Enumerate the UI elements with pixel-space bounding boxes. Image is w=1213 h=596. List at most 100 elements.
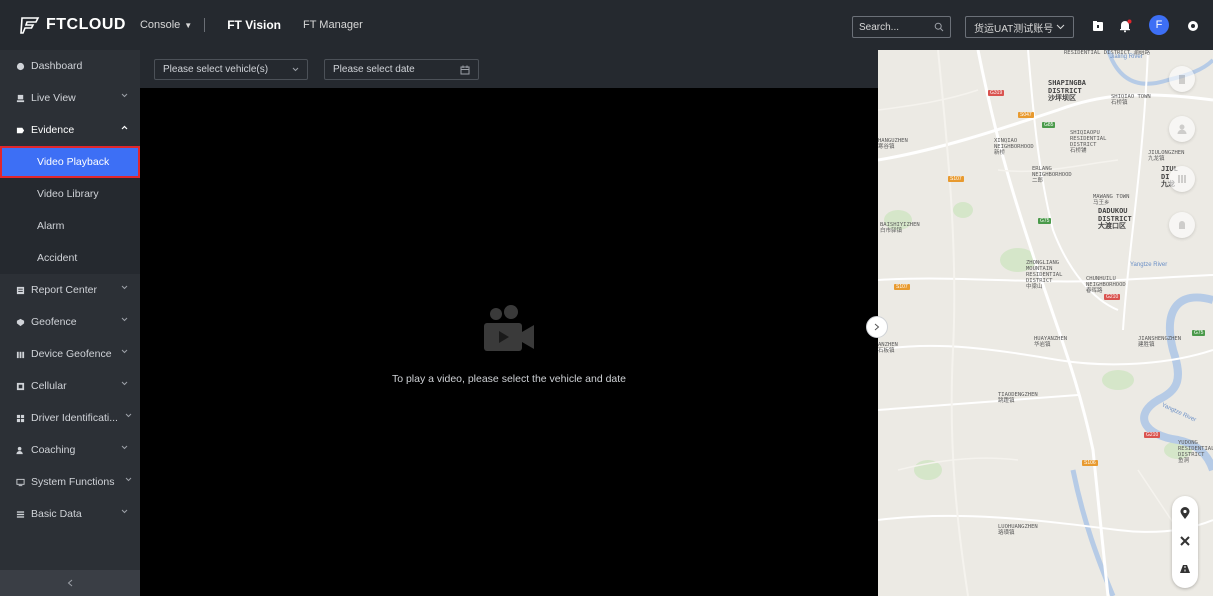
location-pin-icon[interactable]: [1172, 500, 1198, 526]
calendar-icon: [460, 65, 470, 74]
basic-data-icon: [16, 510, 25, 518]
map-label: CHUNHUILU NEIGHBORHOOD 春晖路: [1086, 276, 1126, 295]
map-label: SHAPINGBA DISTRICT 沙坪坝区: [1048, 79, 1086, 103]
map-poi-button[interactable]: [1169, 212, 1195, 238]
map-label: SHIQIAO TOWN 石桥镇: [1111, 94, 1151, 107]
map-user-button[interactable]: [1169, 116, 1195, 142]
dashboard-icon: [16, 62, 25, 70]
console-dropdown[interactable]: Console ▼: [140, 19, 192, 31]
sidebar-item-label: Coaching: [31, 444, 76, 456]
ruler-icon[interactable]: [1172, 528, 1198, 554]
account-select[interactable]: 货运UAT测试账号: [965, 16, 1074, 38]
poi-icon: [1179, 221, 1185, 229]
map-label: JIULONGZHEN 九龙镇: [1148, 150, 1185, 163]
download-icon[interactable]: [1088, 16, 1108, 36]
sidebar-item-label: Cellular: [31, 380, 67, 392]
map-label: BAISHIYIZHEN 白市驿镇: [880, 222, 920, 235]
sidebar-item-label: Basic Data: [31, 508, 82, 520]
road-badge: S047: [1018, 112, 1034, 118]
map-layer-button[interactable]: [1169, 66, 1195, 92]
sidebar-subitem-alarm[interactable]: Alarm: [0, 210, 140, 242]
map-grid-button[interactable]: [1169, 166, 1195, 192]
sidebar-item-dashboard[interactable]: Dashboard: [0, 50, 140, 82]
sidebar-item-report-center[interactable]: Report Center: [0, 274, 140, 306]
map-panel-toggle[interactable]: [866, 316, 888, 338]
console-label: Console: [139, 19, 181, 31]
vehicle-select[interactable]: Please select vehicle(s): [154, 59, 308, 80]
road-badge: G210: [1144, 432, 1161, 438]
coaching-icon: [16, 446, 23, 454]
map-label: YUDONG RESIDENTIAL DISTRICT 鱼洞: [1178, 440, 1213, 465]
map-label: XINQIAO NEIGHBORHOOD 新桥: [994, 138, 1034, 157]
sidebar-item-driver-identification[interactable]: Driver Identificati...: [0, 402, 140, 434]
caret-down-icon: ▼: [184, 20, 193, 30]
chevron-up-icon: [121, 125, 128, 130]
date-picker[interactable]: Please select date: [324, 59, 479, 80]
nav-ft-vision[interactable]: FT Vision: [227, 18, 281, 32]
date-picker-placeholder: Please select date: [333, 64, 415, 75]
user-icon: [1177, 124, 1187, 134]
map-label: ZHONGLIANG MOUNTAIN RESIDENTIAL DISTRICT…: [1026, 260, 1063, 291]
brand-logo[interactable]: FTCLOUD: [20, 16, 126, 34]
sidebar-item-live-view[interactable]: Live View: [0, 82, 140, 114]
map-label: TIAODENGZHEN 跳蹬镇: [998, 392, 1038, 405]
sidebar-item-basic-data[interactable]: Basic Data: [0, 498, 140, 530]
chevron-down-icon: [121, 509, 128, 514]
chevron-down-icon: [121, 381, 128, 386]
traffic-icon[interactable]: [1172, 556, 1198, 582]
sidebar-item-geofence[interactable]: Geofence: [0, 306, 140, 338]
search-placeholder: Search...: [859, 21, 900, 33]
sidebar-subitem-video-library[interactable]: Video Library: [0, 178, 140, 210]
map-label: HANGUZHEN 寒谷镇: [878, 138, 908, 151]
chevron-down-icon: [121, 285, 128, 290]
divider: [204, 18, 206, 32]
chevron-down-icon: [1056, 24, 1065, 30]
bell-icon[interactable]: [1115, 16, 1135, 36]
nav-ft-manager[interactable]: FT Manager: [303, 19, 363, 31]
sidebar-item-label: Driver Identificati...: [31, 412, 118, 424]
map-label: MAWANG TOWN 马王乡: [1093, 194, 1130, 207]
avatar[interactable]: F: [1149, 15, 1169, 35]
sidebar-item-evidence[interactable]: Evidence: [0, 114, 140, 146]
building-icon: [1179, 75, 1185, 84]
chevron-down-icon: [125, 477, 132, 482]
sidebar-item-label: Report Center: [31, 284, 97, 296]
settings-icon[interactable]: [1183, 16, 1203, 36]
map-roads: [878, 50, 1213, 596]
evidence-icon: [16, 127, 25, 133]
sidebar-item-system-functions[interactable]: System Functions: [0, 466, 140, 498]
search-input[interactable]: Search...: [852, 16, 951, 38]
top-bar: FTCLOUD Console ▼ FT Vision FT Manager S…: [0, 0, 1213, 50]
road-badge: G75: [1192, 330, 1206, 336]
cellular-icon: [16, 382, 25, 390]
chevron-right-icon: [874, 323, 880, 331]
chevron-left-icon: [67, 579, 73, 587]
sidebar-item-coaching[interactable]: Coaching: [0, 434, 140, 466]
sidebar-item-cellular[interactable]: Cellular: [0, 370, 140, 402]
map-label: LUOHUANGZHEN 珞璜镇: [998, 524, 1038, 537]
road-badge: S107: [894, 284, 910, 290]
map-label: JIANSHENGZHEN 建胜镇: [1138, 336, 1182, 349]
geofence-icon: [16, 318, 25, 326]
video-player-area: Please select vehicle(s) Please select d…: [140, 50, 878, 596]
river-label: Yangtze River: [1130, 262, 1168, 268]
chevron-down-icon: [292, 67, 299, 72]
road-badge: G75: [1038, 218, 1052, 224]
sidebar: Dashboard Live View Evidence Video Playb…: [0, 50, 140, 596]
road-badge: G210: [1104, 294, 1121, 300]
ftcloud-logo-icon: [20, 17, 40, 34]
map-label: ERLANG NEIGHBORHOOD 二郎: [1032, 166, 1072, 185]
sidebar-subitem-accident[interactable]: Accident: [0, 242, 140, 274]
driver-id-icon: [16, 414, 25, 422]
chevron-down-icon: [121, 317, 128, 322]
chevron-down-icon: [121, 349, 128, 354]
sidebar-item-device-geofence[interactable]: Device Geofence: [0, 338, 140, 370]
report-icon: [16, 286, 25, 294]
video-camera-icon: [484, 305, 534, 351]
sidebar-collapse-button[interactable]: [0, 570, 140, 596]
sidebar-subitem-video-playback[interactable]: Video Playback: [0, 146, 140, 178]
device-geofence-icon: [16, 351, 25, 358]
sidebar-item-label: Dashboard: [31, 60, 83, 72]
map-panel[interactable]: RESIDENTIAL DISTRICT 渝碚路 SHAPINGBA DISTR…: [878, 50, 1213, 596]
sidebar-item-label: Geofence: [31, 316, 77, 328]
